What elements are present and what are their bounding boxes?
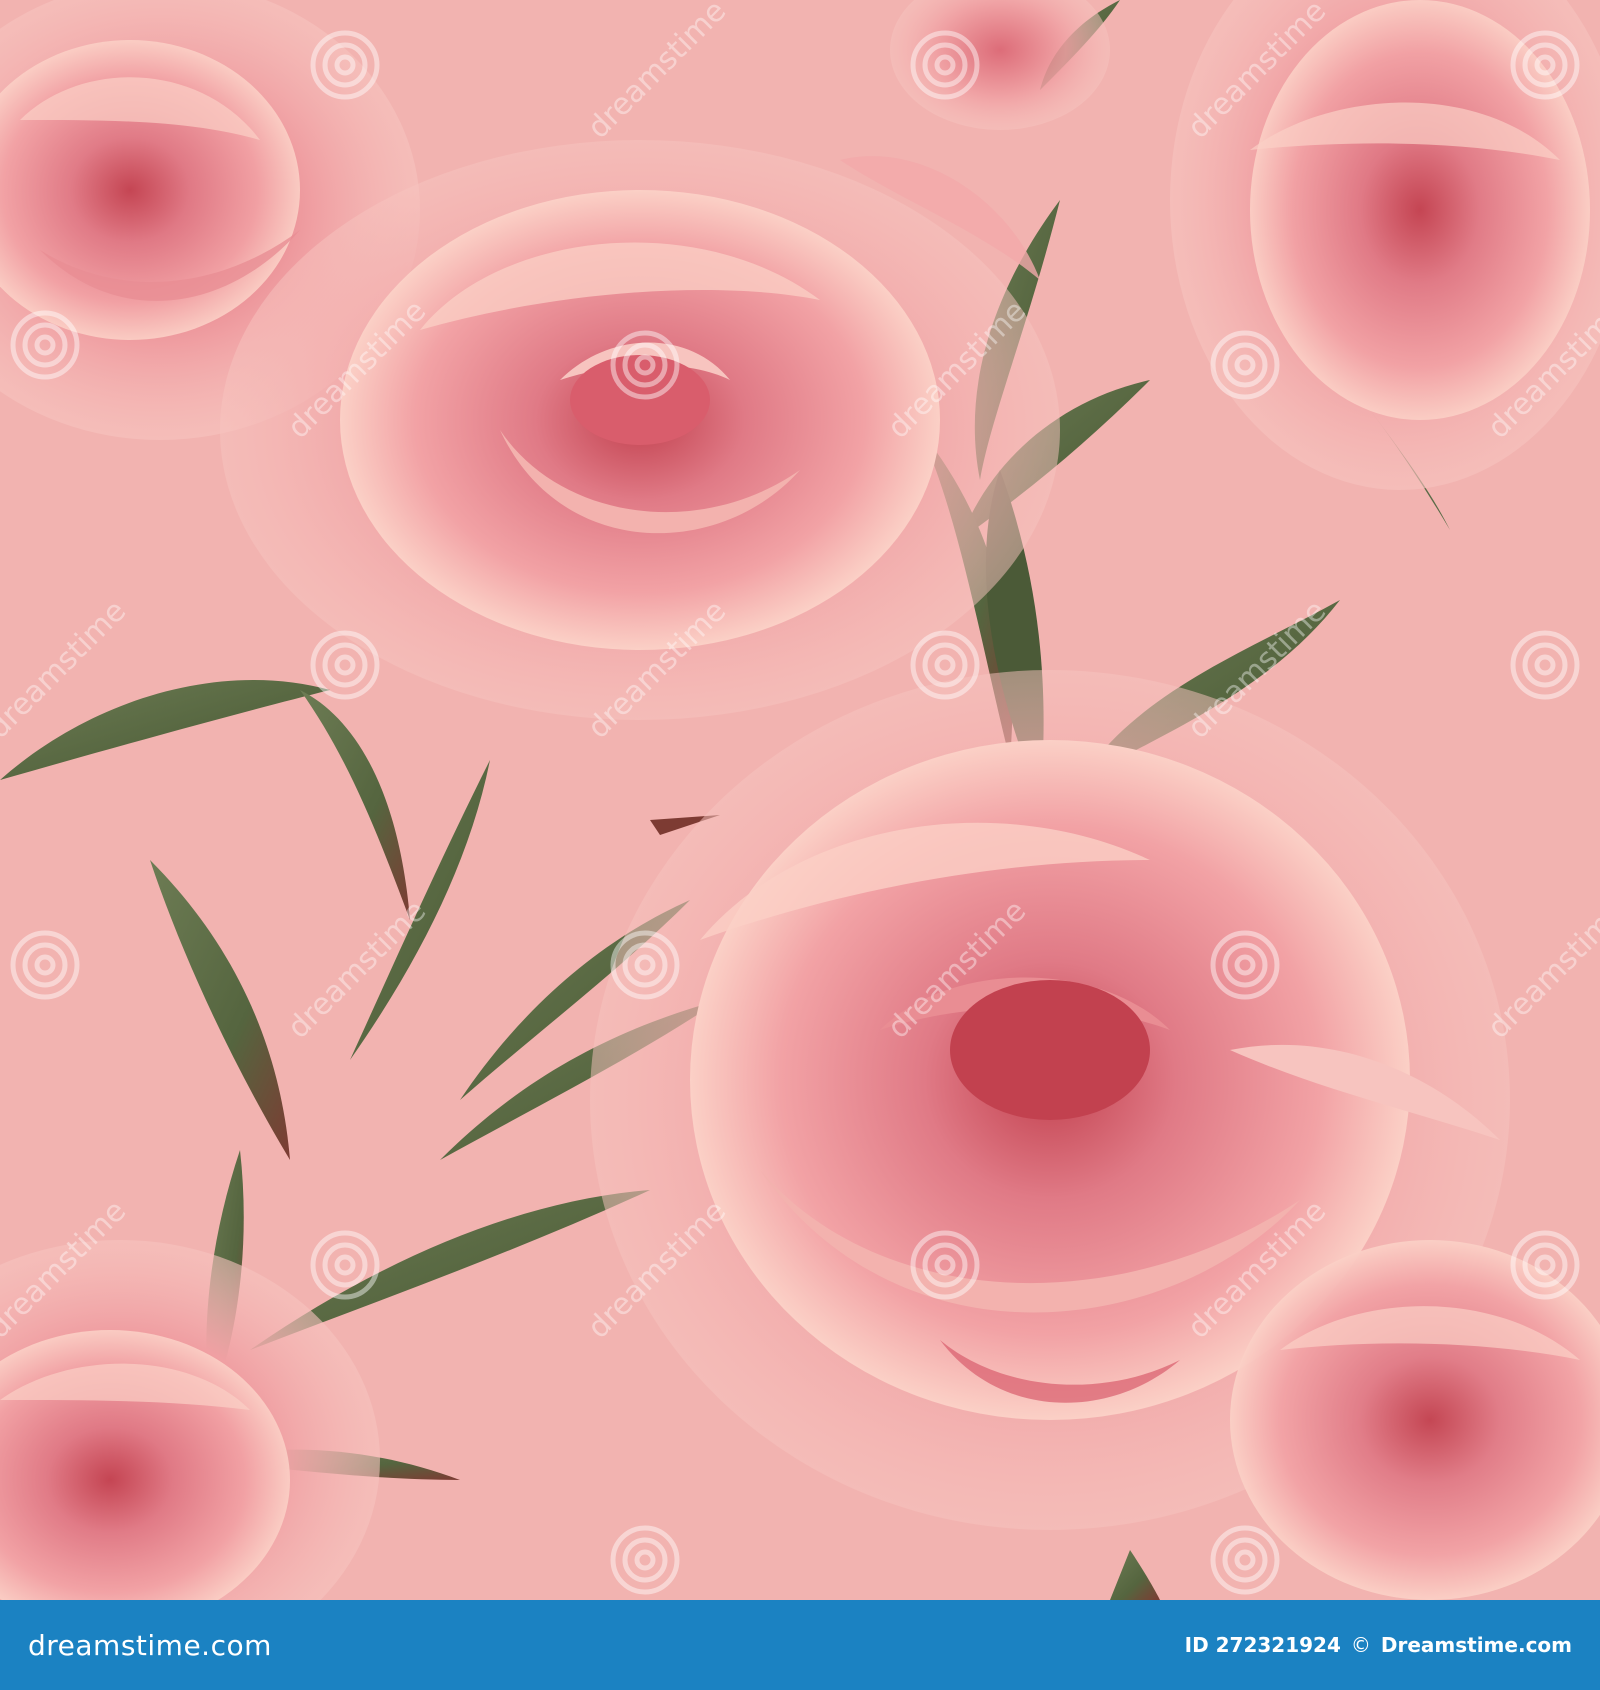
copyright-symbol: © — [1350, 1633, 1371, 1657]
footer-brand: Dreamstime.com — [1380, 1633, 1572, 1657]
stock-photo: dreamstime dreamstime dreamstime dreamst… — [0, 0, 1600, 1690]
peony-pattern-illustration: dreamstime dreamstime dreamstime dreamst… — [0, 0, 1600, 1600]
footer-logo: dreamstime.com — [28, 1628, 272, 1662]
watermark-footer-bar: dreamstime.com ID 272321924 © Dreamstime… — [0, 1600, 1600, 1690]
footer-info: ID 272321924 © Dreamstime.com — [1185, 1633, 1572, 1657]
image-id: ID 272321924 — [1184, 1633, 1341, 1657]
